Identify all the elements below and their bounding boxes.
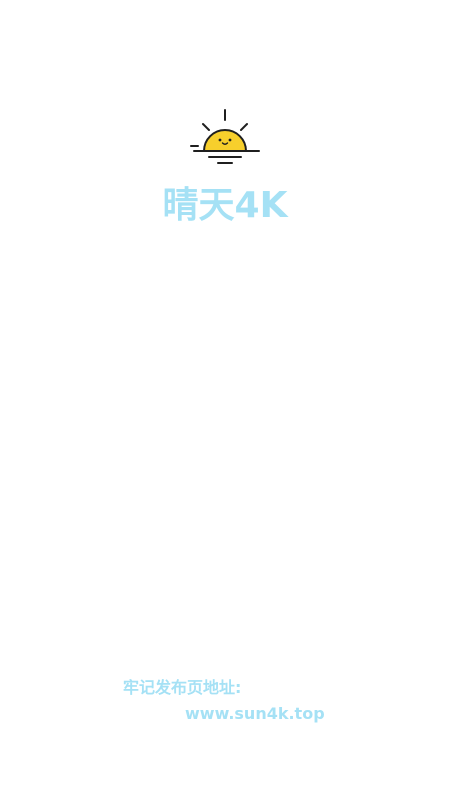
- edge-artifact: [0, 787, 3, 797]
- app-title: 晴天4K: [162, 185, 288, 226]
- splash-screen: 晴天4K 牢记发布页地址: www.sun4k.top: [0, 0, 450, 800]
- sunrise-icon: [189, 107, 261, 169]
- publish-page-label: 牢记发布页地址:: [123, 678, 242, 697]
- publish-page-url[interactable]: www.sun4k.top: [185, 703, 325, 725]
